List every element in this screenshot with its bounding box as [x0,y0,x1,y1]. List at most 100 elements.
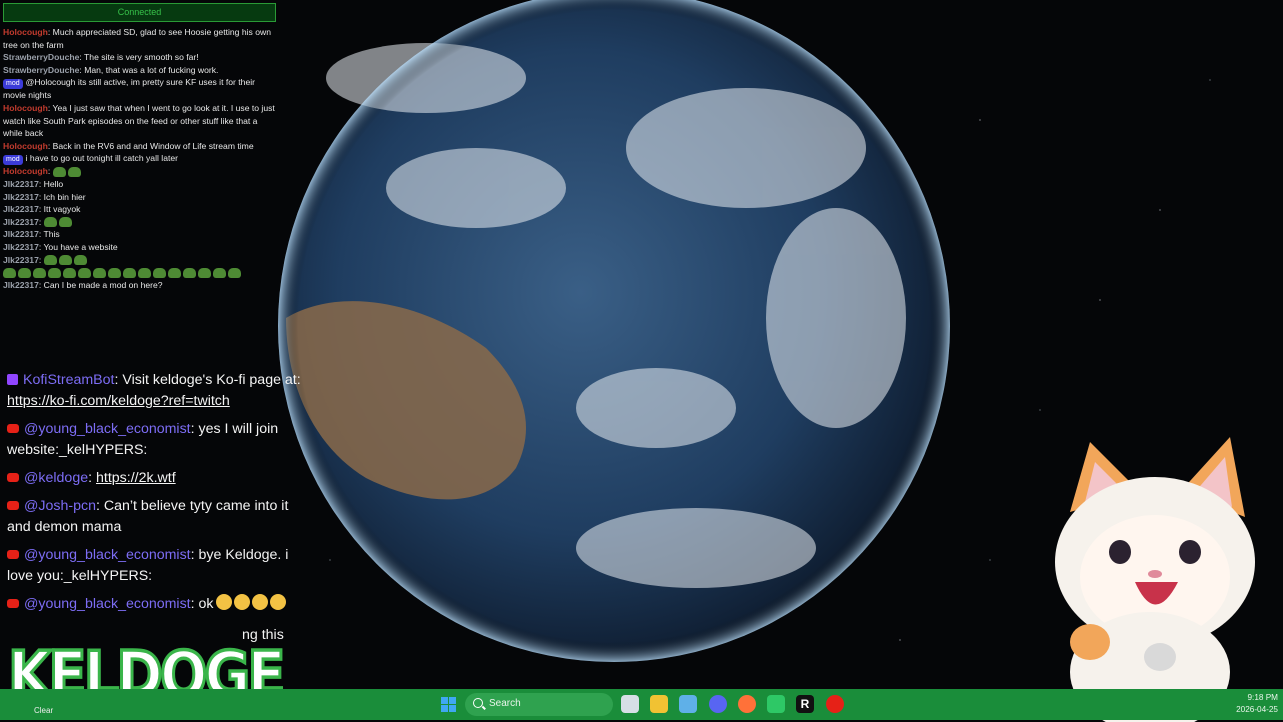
chat-username: @young_black_economist [24,421,191,437]
chat-message: StrawberryDouche: The site is very smoot… [3,52,199,63]
chat-username: Holocough [3,27,48,37]
pepe-emote-icon [33,267,46,278]
windows-taskbar: Clear Search R 9:18 PM 2026-04-25 [0,689,1283,720]
pepe-emote-icon [43,217,57,228]
chat-message: Jlk22317: [0,254,278,267]
emoji-icon [215,594,232,610]
emoji-icon [269,594,286,610]
chat-username: Holocough [3,102,48,113]
mod-badge: mod [3,155,23,166]
emoji-icon [233,594,250,610]
chat-username: Jlk22317 [3,279,39,290]
stream-chat-message: KofiStreamBot: Visit keldoge's Ko-fi pag… [7,372,301,409]
chat-username: StrawberryDouche [3,52,80,63]
chat-username: @young_black_economist [24,596,191,612]
chat-message: Jlk22317: You have a website [3,241,118,252]
earth-globe-image [278,0,950,662]
pepe-emote-icon [153,267,166,278]
chat-text: Itt vagyok [43,204,81,215]
copilot-icon[interactable] [679,695,697,713]
chat-username: Jlk22317 [3,191,39,202]
chat-message: StrawberryDouche: Man, that was a lot of… [3,64,219,75]
chat-message: Jlk22317: Itt vagyok [3,204,81,215]
stream-chat-message: @keldoge: https://2k.wtf [7,468,307,489]
search-label: Search [489,698,521,709]
chat-app-icon[interactable] [767,695,785,713]
chat-text: This [43,229,60,240]
chat-message: Holocough: Much appreciated SD, glad to … [3,27,271,50]
pepe-emote-icon [67,167,81,178]
pepe-emote-icon [108,267,121,278]
chat-text: Ich bin hier [43,191,86,202]
chat-message: Holocough: [0,165,278,178]
clock-date: 2026-04-25 [1236,705,1278,714]
taskbar-search-box[interactable]: Search [465,693,613,716]
chat-message: Jlk22317: Hello [3,178,64,189]
chat-username: @keldoge [24,470,89,486]
pepe-emote-icon [183,267,196,278]
chat-text: @Holocough its still active, im pretty s… [3,77,256,101]
stream-chat-message: @young_black_economist: yes I will join … [7,421,279,458]
pepe-emote-icon [3,267,16,278]
clear-label[interactable]: Clear [34,706,53,715]
chat-text: Man, that was a lot of fucking work. [84,64,219,75]
system-clock[interactable]: 9:18 PM 2026-04-25 [1212,692,1278,716]
youtube-icon [7,424,19,433]
chat-link[interactable]: https://ko-fi.com/keldoge?ref=twitch [7,393,230,409]
file-explorer-icon[interactable] [650,695,668,713]
youtube-icon [7,550,19,559]
chat-link[interactable]: https://2k.wtf [96,470,176,486]
discord-icon[interactable] [709,695,727,713]
chat-username: Jlk22317 [3,229,39,240]
chat-text: Back in the RV6 and and Window of Life s… [52,140,254,151]
irc-chat-panel: Connected Holocough: Much appreciated SD… [0,0,278,291]
firefox-icon[interactable] [738,695,756,713]
pepe-emote-icon [78,267,91,278]
r-app-icon[interactable]: R [796,695,814,713]
chat-message: mod @Holocough its still active, im prett… [0,76,278,102]
pepe-emote-icon [213,267,226,278]
chat-text: The site is very smooth so far! [84,52,199,63]
mod-badge: mod [3,79,23,90]
chat-message: Jlk22317: This [3,229,60,240]
stream-chat-message: @young_black_economist: bye Keldoge. i l… [7,547,289,584]
chat-username: Holocough [3,140,48,151]
pepe-emote-icon [93,267,106,278]
twitch-icon [7,374,18,385]
pepe-emote-icon [228,267,241,278]
pepe-emote-icon [63,267,76,278]
youtube-icon [7,599,19,608]
chat-username: Jlk22317 [3,216,39,227]
chat-username: @Josh-pcn [24,498,96,514]
chat-text: You have a website [43,241,118,252]
clock-time: 9:18 PM [1247,693,1279,702]
pepe-emote-icon [52,167,66,178]
pepe-emote-icon [138,267,151,278]
chat-text: Hello [43,178,64,189]
chat-text: Visit keldoge's Ko-fi page at: [122,372,301,388]
chat-username: Jlk22317 [3,178,39,189]
chat-username: KofiStreamBot [23,372,115,388]
youtube-icon [7,501,19,510]
chat-message: Holocough: Back in the RV6 and and Windo… [3,140,254,151]
chat-username: Jlk22317 [3,241,39,252]
pepe-emote-icon [73,255,87,266]
connection-status: Connected [3,3,276,22]
emoji-icon [251,594,268,610]
pepe-emote-icon [43,255,57,266]
youtube-icon[interactable] [826,695,844,713]
chat-username: StrawberryDouche [3,64,80,75]
chat-username: Holocough [3,166,48,177]
chat-message: mod i have to go out tonight ill catch ya… [0,152,278,166]
pepe-emote-icon [198,267,211,278]
chat-text: Can I be made a mod on here? [43,279,163,290]
stream-chat-message: @young_black_economist: ok [7,594,307,615]
windows-start-icon[interactable] [441,697,456,712]
pepe-emote-icon [58,217,72,228]
search-icon [473,698,483,708]
task-view-icon[interactable] [621,695,639,713]
pepe-emote-icon [123,267,136,278]
irc-message-list: Holocough: Much appreciated SD, glad to … [0,26,278,291]
chat-message: Jlk22317: [0,216,278,229]
pepe-emote-icon [58,255,72,266]
